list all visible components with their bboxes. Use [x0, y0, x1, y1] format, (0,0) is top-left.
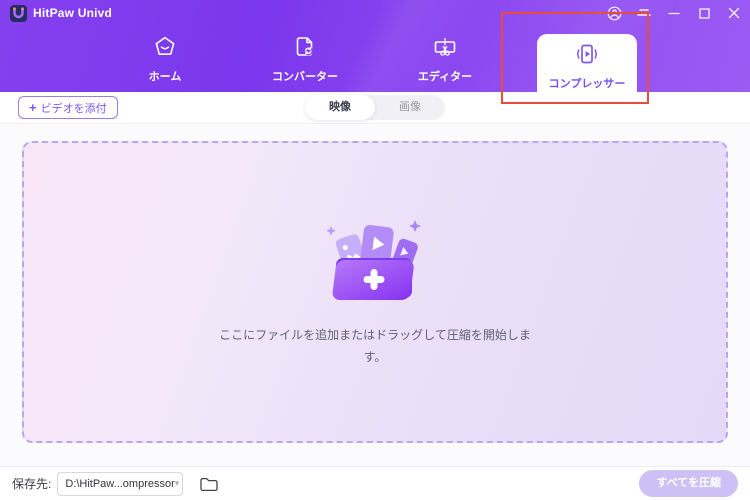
file-dropzone[interactable]: ここにファイルを追加またはドラッグして圧縮を開始します。 [22, 141, 728, 443]
save-destination-label: 保存先: [12, 477, 52, 491]
add-video-label: ビデオを添付 [40, 102, 107, 115]
toolbar: + ビデオを添付 映像 画像 [0, 92, 750, 124]
save-path-value: D:\HitPaw...ompressor [65, 477, 175, 490]
add-video-button[interactable]: + ビデオを添付 [18, 96, 118, 119]
toggle-image[interactable]: 画像 [375, 95, 445, 120]
app-window: HitPaw Univd ホーム コンバーター エディター コンプレッサー + … [0, 0, 750, 500]
window-title: HitPaw Univd [33, 6, 113, 20]
main-nav: ホーム コンバーター エディター コンプレッサー [0, 26, 750, 92]
save-path-select[interactable]: D:\HitPaw...ompressor ▾ [57, 471, 184, 496]
plus-icon: + [29, 100, 37, 115]
account-icon[interactable] [606, 5, 622, 21]
compressor-icon [573, 44, 601, 72]
footer-bar: 保存先: D:\HitPaw...ompressor ▾ すべてを圧縮 [0, 466, 750, 500]
close-icon[interactable] [726, 5, 742, 21]
tab-label: エディター [417, 71, 473, 83]
tab-home[interactable]: ホーム [105, 34, 225, 84]
compress-all-button[interactable]: すべてを圧縮 [639, 470, 738, 497]
minimize-icon[interactable] [666, 5, 682, 21]
open-folder-icon[interactable] [199, 476, 218, 492]
chevron-down-icon: ▾ [174, 478, 180, 488]
dropzone-hint: ここにファイルを追加またはドラッグして圧縮を開始します。 [219, 327, 531, 364]
tab-label: コンプレッサー [548, 78, 626, 90]
menu-icon[interactable] [636, 5, 652, 21]
window-controls [606, 0, 742, 26]
converter-icon [245, 34, 365, 65]
tab-label: ホーム [148, 71, 182, 83]
media-type-toggle: 映像 画像 [305, 95, 445, 120]
maximize-icon[interactable] [696, 5, 712, 21]
content-area: ここにファイルを追加またはドラッグして圧縮を開始します。 [0, 125, 750, 466]
tab-label: コンバーター [272, 71, 338, 83]
titlebar[interactable]: HitPaw Univd [0, 0, 750, 26]
tab-editor[interactable]: エディター [385, 34, 505, 84]
home-icon [105, 34, 225, 65]
tab-compressor[interactable]: コンプレッサー [537, 34, 637, 92]
header: HitPaw Univd ホーム コンバーター エディター コンプレッサー [0, 0, 750, 92]
add-files-illustration [309, 216, 441, 317]
editor-icon [385, 34, 505, 65]
tab-converter[interactable]: コンバーター [245, 34, 365, 84]
toggle-video[interactable]: 映像 [305, 95, 375, 120]
app-logo-icon [10, 4, 27, 22]
